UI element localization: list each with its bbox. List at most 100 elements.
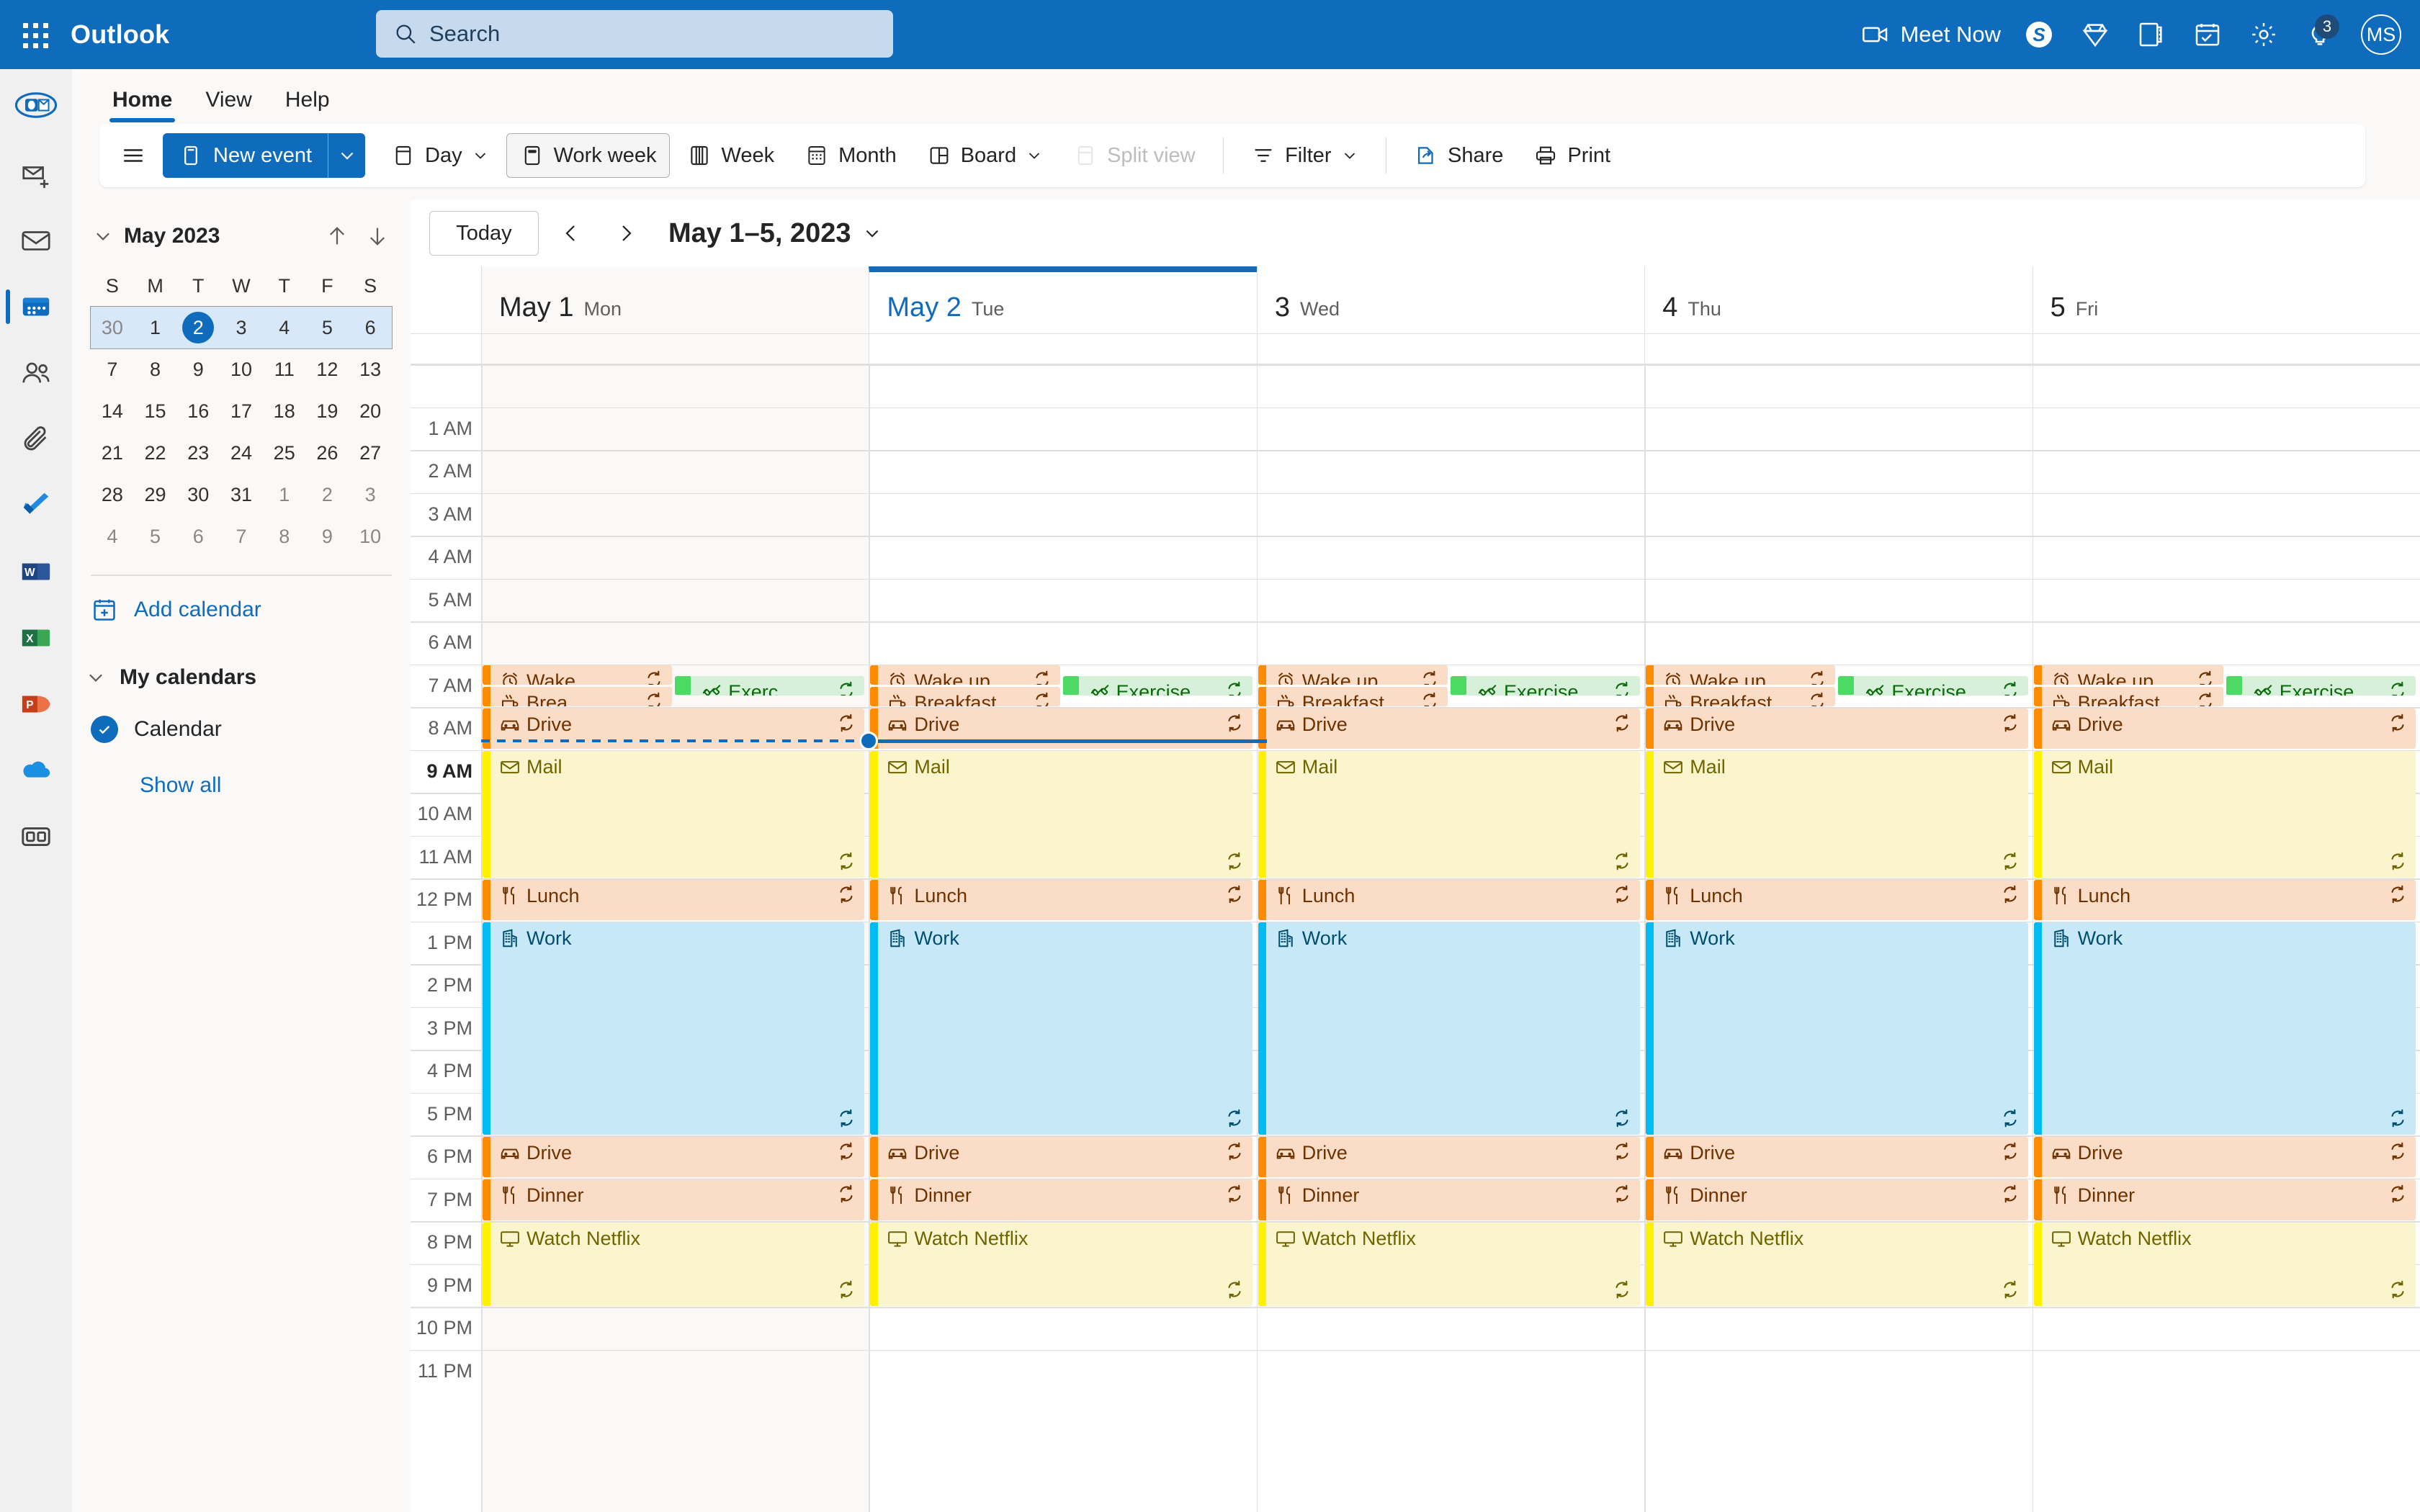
search-input[interactable]: Search — [376, 10, 893, 58]
mini-calendar-next-button[interactable] — [357, 216, 398, 256]
calendar-event[interactable]: Watch Netflix — [483, 1222, 865, 1306]
calendar-event[interactable]: Dinner — [483, 1179, 865, 1220]
next-week-button[interactable] — [604, 211, 648, 256]
calendar-checkbox[interactable] — [91, 715, 118, 743]
mini-calendar-day[interactable]: 28 — [91, 484, 134, 506]
calendar-event[interactable]: Wake up — [870, 665, 1060, 685]
calendar-event[interactable]: Work — [1646, 922, 2028, 1135]
mini-calendar-day[interactable]: 18 — [263, 400, 306, 423]
calendar-event[interactable]: Drive — [1646, 1136, 2028, 1177]
all-day-cell[interactable] — [2032, 334, 2420, 364]
meet-now-button[interactable]: Meet Now — [1854, 0, 2011, 69]
all-day-cell[interactable] — [1644, 334, 2032, 364]
mini-calendar-day[interactable]: 9 — [176, 359, 220, 381]
new-event-dropdown-button[interactable] — [328, 133, 366, 178]
mini-calendar-day[interactable]: 12 — [306, 359, 349, 381]
print-button[interactable]: Print — [1520, 133, 1623, 178]
rail-item-all-apps[interactable] — [0, 804, 72, 870]
mini-calendar-day[interactable]: 6 — [349, 317, 392, 339]
mini-calendar-week-row[interactable]: 4 5 6 7 8 9 10 — [91, 516, 392, 557]
hamburger-menu-icon[interactable] — [112, 135, 154, 176]
calendar-event[interactable]: Mail — [483, 751, 865, 878]
view-month-button[interactable]: Month — [792, 133, 910, 178]
mini-calendar-day[interactable]: 25 — [263, 442, 306, 464]
calendar-event[interactable]: Work — [483, 922, 865, 1135]
date-range-dropdown-button[interactable] — [856, 217, 889, 250]
show-all-calendars-link[interactable]: Show all — [72, 773, 411, 798]
day-header-mon[interactable]: May 1 Mon — [481, 266, 869, 333]
calendar-event[interactable]: Wake up — [2033, 665, 2223, 685]
mini-calendar-week-row[interactable]: 30 1 2 3 4 5 6 — [90, 306, 393, 349]
mini-calendar-day[interactable]: 22 — [134, 442, 177, 464]
calendar-event[interactable]: Lunch — [1646, 879, 2028, 920]
mini-calendar-day[interactable]: 31 — [220, 484, 263, 506]
tab-help[interactable]: Help — [272, 88, 343, 122]
mini-calendar-day[interactable]: 5 — [306, 317, 349, 339]
mini-calendar-day[interactable]: 26 — [306, 442, 349, 464]
calendar-event[interactable]: Breakfast — [870, 686, 1060, 706]
mini-calendar-day[interactable]: 10 — [220, 359, 263, 381]
mini-calendar-day[interactable]: 10 — [349, 526, 392, 548]
mini-calendar-day[interactable]: 2 — [176, 312, 220, 343]
calendar-event[interactable]: Work — [870, 922, 1252, 1135]
calendar-event[interactable]: Drive — [1646, 708, 2028, 749]
mini-calendar-week-row[interactable]: 7 8 9 10 11 12 13 — [91, 348, 392, 390]
calendar-event[interactable]: Lunch — [870, 879, 1252, 920]
mini-calendar-day[interactable]: 3 — [349, 484, 392, 506]
mini-calendar-day[interactable]: 15 — [134, 400, 177, 423]
calendar-event[interactable]: Dinner — [2033, 1179, 2416, 1220]
mini-calendar-day[interactable]: 7 — [220, 526, 263, 548]
rail-item-new-mail[interactable] — [0, 141, 72, 207]
share-button[interactable]: Share — [1401, 133, 1516, 178]
calendar-event[interactable]: Exercise — [2226, 675, 2416, 696]
mini-calendar-day[interactable]: 1 — [263, 484, 306, 506]
mini-calendar-day[interactable]: 1 — [134, 317, 177, 339]
rail-item-excel[interactable]: X — [0, 605, 72, 671]
calendar-event[interactable]: Drive — [1258, 708, 1641, 749]
to-do-button[interactable] — [2179, 0, 2236, 69]
calendar-event[interactable]: Breakfast — [2033, 686, 2223, 706]
view-week-button[interactable]: Week — [674, 133, 787, 178]
mini-calendar-day[interactable]: 23 — [176, 442, 220, 464]
all-day-cell[interactable] — [869, 334, 1256, 364]
filter-button[interactable]: Filter — [1238, 133, 1371, 178]
today-button[interactable]: Today — [429, 211, 539, 256]
premium-diamond-button[interactable] — [2067, 0, 2123, 69]
calendar-event[interactable]: Watch Netflix — [870, 1222, 1252, 1306]
view-board-button[interactable]: Board — [914, 133, 1056, 178]
avatar[interactable]: MS — [2361, 14, 2401, 55]
mini-calendar-day[interactable]: 8 — [263, 526, 306, 548]
mini-calendar-day[interactable]: 7 — [91, 359, 134, 381]
rail-item-files[interactable] — [0, 406, 72, 472]
mini-calendar-prev-button[interactable] — [317, 216, 357, 256]
mini-calendar-day[interactable]: 3 — [220, 317, 263, 339]
calendar-event[interactable]: Exercise — [1062, 675, 1252, 696]
outlook-logo-icon[interactable] — [0, 69, 72, 141]
previous-week-button[interactable] — [549, 211, 593, 256]
mini-calendar-day[interactable]: 6 — [176, 526, 220, 548]
skype-button[interactable]: S — [2011, 0, 2067, 69]
rail-item-to-do[interactable] — [0, 472, 72, 539]
mini-calendar-day[interactable]: 24 — [220, 442, 263, 464]
mini-calendar-day[interactable]: 2 — [306, 484, 349, 506]
mini-calendar-collapse-button[interactable] — [85, 218, 121, 254]
calendar-list-item[interactable]: Calendar — [72, 704, 411, 755]
app-launcher-icon[interactable] — [12, 12, 58, 58]
mini-calendar-day[interactable]: 8 — [134, 359, 177, 381]
calendar-event[interactable]: Wake — [483, 665, 673, 685]
calendar-event[interactable]: Exerc — [675, 675, 865, 696]
rail-item-onedrive[interactable] — [0, 737, 72, 804]
mini-calendar-day[interactable]: 21 — [91, 442, 134, 464]
all-day-cell[interactable] — [481, 334, 869, 364]
onenote-button[interactable] — [2123, 0, 2179, 69]
rail-item-people[interactable] — [0, 340, 72, 406]
tab-home[interactable]: Home — [99, 88, 185, 122]
mini-calendar-day[interactable]: 14 — [91, 400, 134, 423]
mini-calendar-day[interactable]: 9 — [306, 526, 349, 548]
mini-calendar-week-row[interactable]: 28 29 30 31 1 2 3 — [91, 474, 392, 516]
rail-item-mail[interactable] — [0, 207, 72, 274]
day-header-thu[interactable]: 4 Thu — [1644, 266, 2032, 333]
view-day-button[interactable]: Day — [378, 133, 502, 178]
rail-item-powerpoint[interactable]: P — [0, 671, 72, 737]
day-header-wed[interactable]: 3 Wed — [1256, 266, 1644, 333]
